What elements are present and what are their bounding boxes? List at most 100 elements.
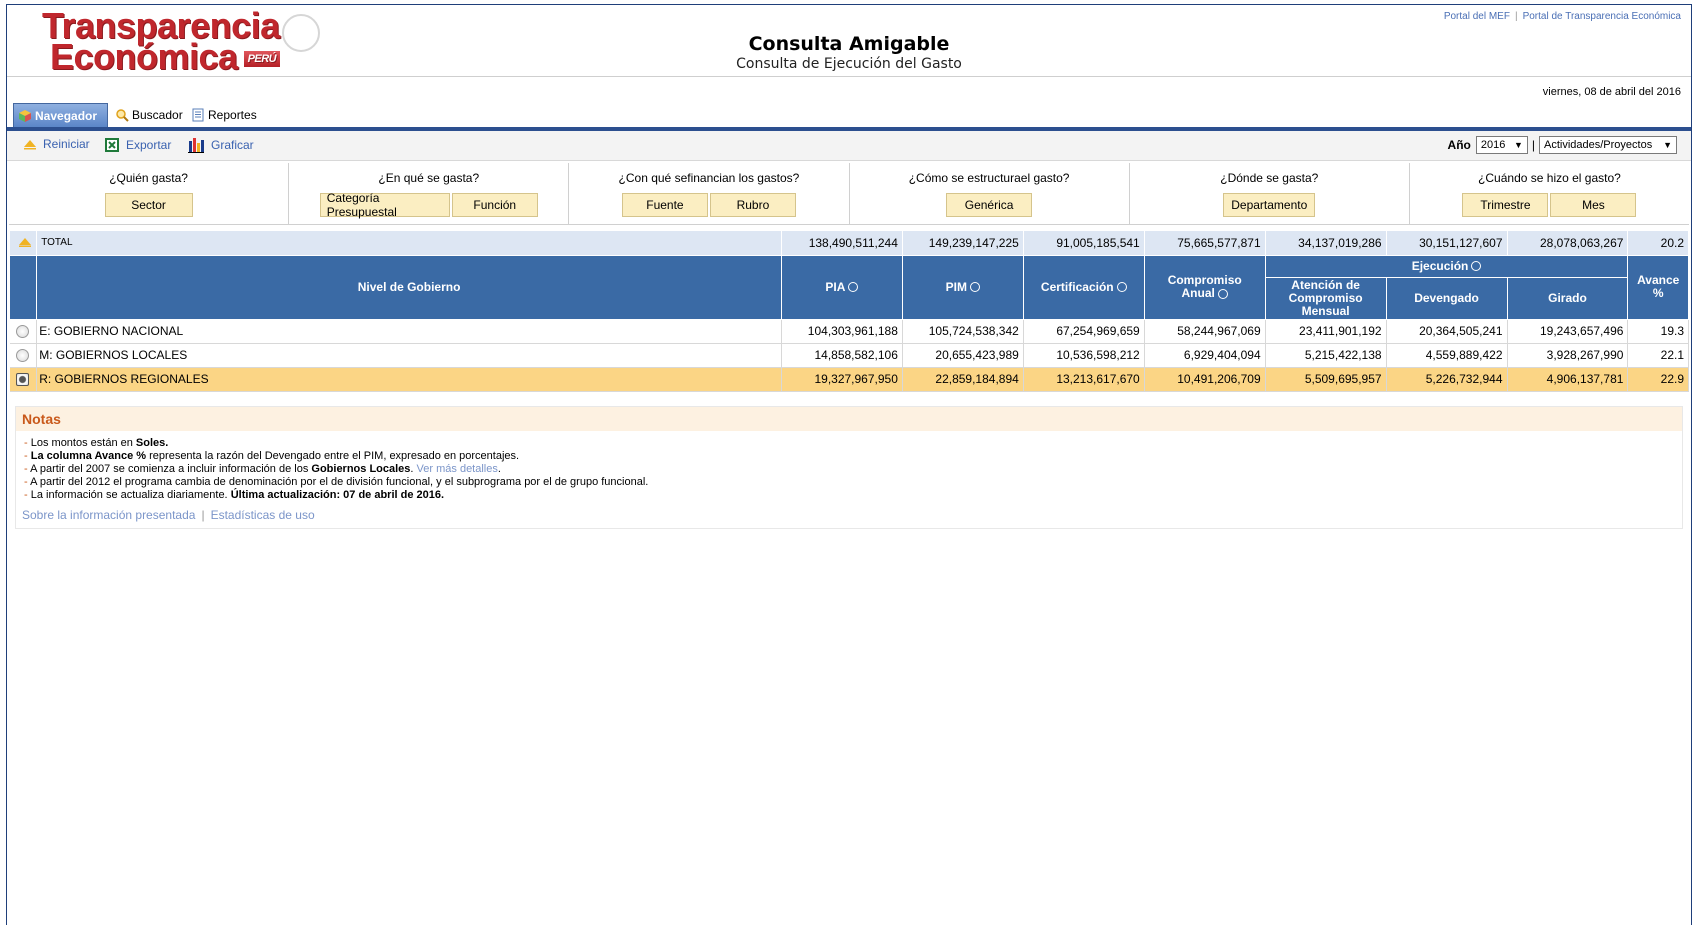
- info-icon[interactable]: [1217, 288, 1228, 299]
- sobre-informacion-link[interactable]: Sobre la información presentada: [22, 508, 195, 522]
- table-row-selected[interactable]: R: GOBIERNOS REGIONALES 19,327,967,950 2…: [9, 367, 1689, 392]
- info-icon[interactable]: [1116, 282, 1127, 293]
- table-header-row: Nivel de Gobierno PIA PIM Certificación …: [8, 254, 1689, 320]
- year-select[interactable]: 2016 ▼: [1475, 136, 1528, 154]
- radio-button[interactable]: [16, 325, 30, 339]
- collapse-up-icon[interactable]: [18, 237, 32, 247]
- total-girado: 28,078,063,267: [1507, 231, 1629, 255]
- header-atencion-compromiso[interactable]: Atención de Compromiso Mensual: [1264, 276, 1387, 320]
- year-select-value: 2016: [1480, 139, 1506, 151]
- note-bold: La columna Avance %: [30, 449, 147, 462]
- row-girado: 3,928,267,990: [1507, 343, 1629, 368]
- row-devengado: 20,364,505,241: [1386, 319, 1508, 344]
- header-certificacion[interactable]: Certificación: [1022, 254, 1145, 320]
- header-compromiso-anual[interactable]: Compromiso Anual: [1143, 254, 1266, 320]
- question-como-se-estructura: ¿Cómo se estructura el gasto? Genérica: [850, 163, 1130, 224]
- question-title: ¿En qué se gasta?: [378, 170, 480, 185]
- radio-button[interactable]: [16, 349, 30, 363]
- row-certificacion: 67,254,969,659: [1023, 319, 1145, 344]
- fuente-button[interactable]: Fuente: [621, 193, 708, 217]
- info-icon[interactable]: [970, 282, 981, 293]
- row-avance: 22.9: [1627, 367, 1689, 392]
- row-pim: 22,859,184,894: [902, 367, 1024, 392]
- link-portal-transparencia[interactable]: Portal de Transparencia Económica: [1523, 11, 1681, 22]
- header-girado[interactable]: Girado: [1506, 276, 1629, 320]
- info-icon[interactable]: [848, 282, 859, 293]
- ver-mas-detalles-link[interactable]: Ver más detalles: [417, 463, 498, 475]
- mes-button[interactable]: Mes: [1550, 193, 1637, 217]
- table-row[interactable]: M: GOBIERNOS LOCALES 14,858,582,106 20,6…: [9, 343, 1689, 368]
- header-ejecucion[interactable]: Ejecución: [1264, 254, 1629, 278]
- row-certificacion: 13,213,617,670: [1023, 367, 1145, 392]
- header-avance-line2: %: [1652, 286, 1664, 300]
- header-avance[interactable]: Avance%: [1627, 254, 1689, 320]
- row-pim: 20,655,423,989: [902, 343, 1024, 368]
- row-radio-cell[interactable]: [9, 319, 38, 344]
- tab-navegador[interactable]: Navegador: [13, 103, 108, 127]
- reiniciar-button[interactable]: Reiniciar: [23, 137, 90, 151]
- generica-button[interactable]: Genérica: [946, 193, 1033, 217]
- question-en-que-se-gasta: ¿En qué se gasta? Categoría Presupuestal…: [289, 163, 570, 224]
- row-name[interactable]: E: GOBIERNO NACIONAL: [36, 319, 782, 344]
- year-mode-selector: Año 2016 ▼ | Actividades/Proyectos ▼: [1448, 136, 1677, 154]
- exportar-button[interactable]: Exportar: [104, 137, 171, 153]
- row-avance: 22.1: [1627, 343, 1689, 368]
- estadisticas-link[interactable]: Estadísticas de uso: [211, 508, 315, 522]
- row-atencion: 5,509,695,957: [1265, 367, 1387, 392]
- graficar-button[interactable]: Graficar: [187, 137, 254, 153]
- tab-buscador[interactable]: Buscador: [115, 103, 183, 127]
- tab-reportes[interactable]: Reportes: [191, 103, 257, 127]
- question-title: ¿Con qué se financian los gastos?: [619, 163, 800, 193]
- notes-panel: Notas Los montos están en Soles. La colu…: [15, 405, 1683, 529]
- categoria-presupuestal-button[interactable]: Categoría Presupuestal: [319, 191, 450, 219]
- note-text: Los montos están en: [30, 436, 136, 449]
- excel-icon: [105, 138, 119, 152]
- note-text: representa la razón del Devengado entre …: [146, 449, 520, 462]
- funcion-button[interactable]: Función: [451, 193, 538, 217]
- row-pia: 19,327,967,950: [781, 367, 903, 392]
- departamento-button[interactable]: Departamento: [1223, 193, 1316, 217]
- row-radio-cell[interactable]: [9, 367, 38, 392]
- header-devengado[interactable]: Devengado: [1385, 276, 1508, 320]
- row-name[interactable]: R: GOBIERNOS REGIONALES: [36, 367, 782, 392]
- total-collapse-cell[interactable]: [9, 231, 38, 255]
- header-pim[interactable]: PIM: [901, 254, 1024, 320]
- info-icon[interactable]: [1471, 261, 1482, 272]
- tab-reportes-label: Reportes: [208, 108, 257, 122]
- row-compromiso: 6,929,404,094: [1144, 343, 1266, 368]
- header-pim-label: PIM: [945, 279, 968, 294]
- collapse-up-icon: [24, 140, 36, 150]
- row-atencion: 23,411,901,192: [1265, 319, 1387, 344]
- magnifier-icon: [116, 109, 129, 122]
- trimestre-button[interactable]: Trimestre: [1462, 193, 1549, 217]
- link-portal-mef[interactable]: Portal del MEF: [1444, 11, 1510, 22]
- header-pia[interactable]: PIA: [780, 254, 903, 320]
- rubro-button[interactable]: Rubro: [709, 193, 796, 217]
- table-row[interactable]: E: GOBIERNO NACIONAL 104,303,961,188 105…: [9, 319, 1689, 344]
- data-table: TOTAL 138,490,511,244 149,239,147,225 91…: [8, 231, 1689, 392]
- mode-select[interactable]: Actividades/Proyectos ▼: [1539, 136, 1677, 154]
- row-pia: 104,303,961,188: [781, 319, 903, 344]
- note-item: A partir del 2012 el programa cambia de …: [24, 476, 1674, 489]
- row-name[interactable]: M: GOBIERNOS LOCALES: [36, 343, 782, 368]
- row-compromiso: 10,491,206,709: [1144, 367, 1266, 392]
- note-bold: Soles.: [135, 436, 169, 449]
- header-nivel-gobierno[interactable]: Nivel de Gobierno: [36, 254, 782, 320]
- radio-button-checked[interactable]: [16, 373, 30, 387]
- note-bold: Última actualización: 07 de abril de 201…: [230, 488, 445, 501]
- notes-list: Los montos están en Soles. La columna Av…: [16, 431, 1682, 502]
- total-avance: 20.2: [1627, 231, 1689, 255]
- question-title-line1: ¿Cómo se estructura: [908, 170, 1021, 185]
- header-radio-col: [8, 254, 38, 320]
- note-text: A partir del 2012 el programa cambia de …: [30, 475, 649, 488]
- sector-button[interactable]: Sector: [104, 193, 193, 217]
- row-compromiso: 58,244,967,069: [1144, 319, 1266, 344]
- page-header: Transparencia Económica PERÚ Consulta Ami…: [7, 5, 1691, 77]
- header-compromiso-line1: Compromiso: [1167, 273, 1242, 287]
- question-groups: ¿Quién gasta? Sector ¿En qué se gasta? C…: [9, 163, 1689, 225]
- row-radio-cell[interactable]: [9, 343, 38, 368]
- toolbar: Reiniciar Exportar Graficar Año 2016 ▼ |: [7, 131, 1691, 161]
- row-pim: 105,724,538,342: [902, 319, 1024, 344]
- note-text: .: [497, 462, 501, 475]
- header-compromiso-line2: Anual: [1181, 286, 1215, 300]
